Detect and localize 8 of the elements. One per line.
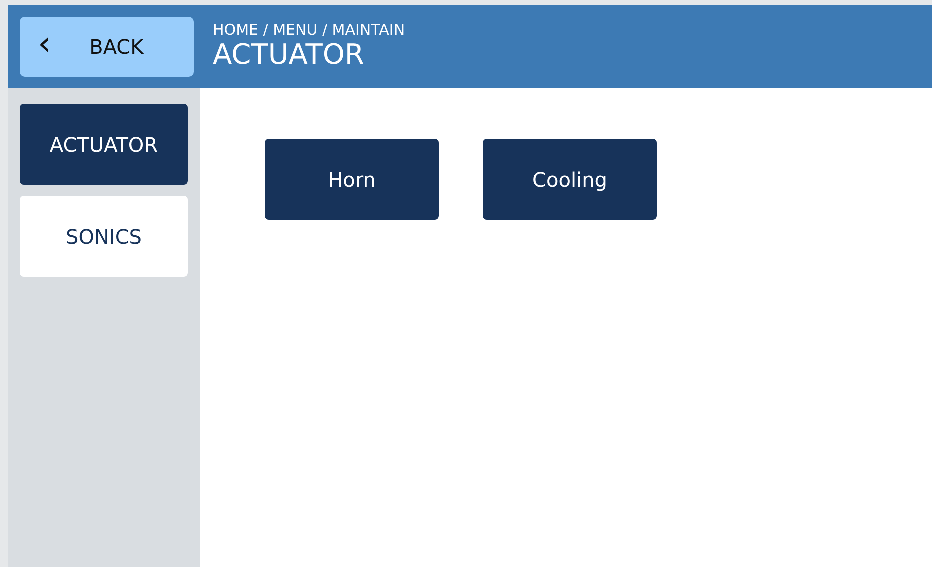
action-button[interactable]: Horn (265, 139, 439, 220)
sidebar-tab[interactable]: SONICS (20, 196, 188, 277)
page-title: ACTUATOR (213, 39, 366, 72)
sidebar-tab[interactable]: ACTUATOR (20, 104, 188, 185)
action-button[interactable]: Cooling (483, 139, 657, 220)
back-icon: ‹ (38, 26, 52, 60)
back-button[interactable]: ‹ BACK (20, 16, 194, 76)
breadcrumb: HOME / MENU / MAINTAIN (213, 21, 406, 40)
